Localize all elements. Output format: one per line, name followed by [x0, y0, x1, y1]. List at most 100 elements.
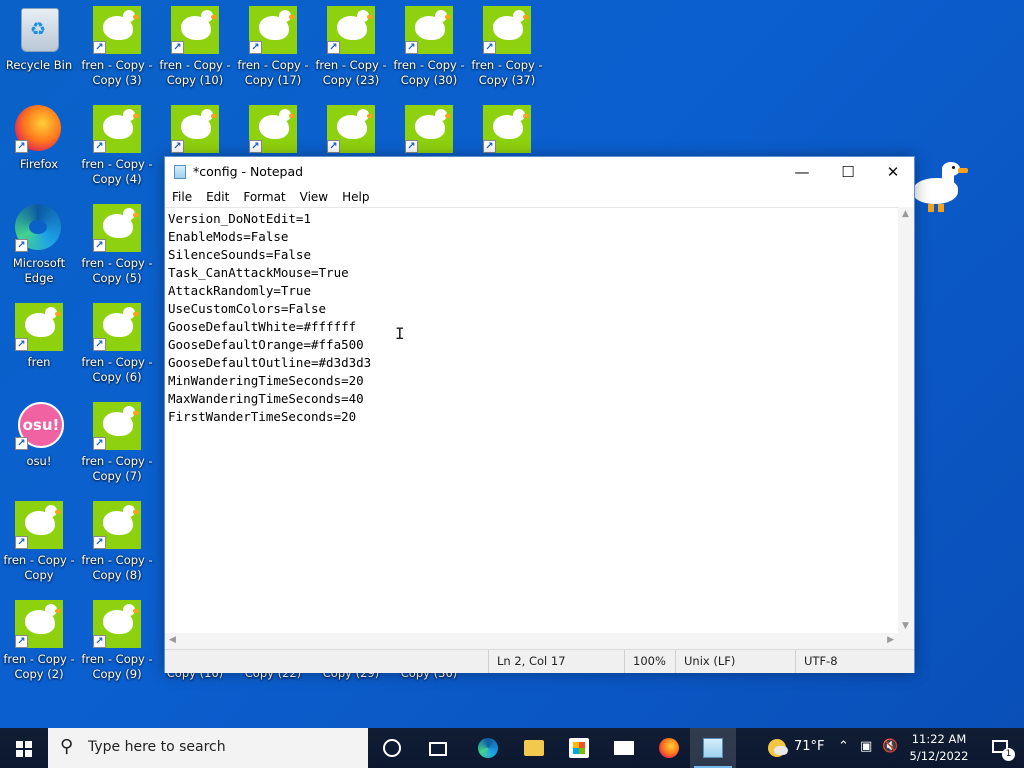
desktop-icon-label: osu!: [26, 454, 52, 468]
close-button[interactable]: ✕: [870, 157, 916, 187]
taskbar-store[interactable]: [556, 728, 602, 768]
horizontal-scrollbar[interactable]: ◀ ▶: [165, 633, 898, 649]
chevron-up-icon[interactable]: ⌃: [838, 739, 849, 754]
goose-icon: ↗: [171, 105, 219, 153]
desktop-icon-label: fren - Copy - Copy (4): [81, 157, 153, 186]
desktop-icon-firefox[interactable]: ↗ Firefox: [0, 99, 78, 195]
weather-temp: 71°F: [794, 739, 825, 754]
desktop-icon-label: fren - Copy - Copy (5): [81, 256, 153, 285]
desktop-icon-fren-copy-30[interactable]: ↗ fren - Copy - Copy (30): [390, 0, 468, 96]
vertical-scrollbar[interactable]: ▲ ▼: [898, 207, 914, 633]
goose-icon: ↗: [327, 6, 375, 54]
goose-icon: ↗: [405, 105, 453, 153]
desktop-icon-fren-copy-5[interactable]: ↗ fren - Copy - Copy (5): [78, 198, 156, 294]
search-placeholder: Type here to search: [88, 739, 226, 755]
scroll-left-icon[interactable]: ◀: [169, 635, 176, 645]
clock-time: 11:22 AM: [911, 732, 967, 746]
firefox-icon: [659, 738, 679, 758]
text-line: EnableMods=False: [168, 229, 289, 244]
text-line: GooseDefaultWhite=#ffffff: [168, 319, 357, 334]
taskbar-notepad[interactable]: [690, 728, 736, 768]
minimize-button[interactable]: —: [779, 157, 825, 187]
desktop-icon-label: fren - Copy - Copy (9): [81, 652, 153, 681]
goose-icon: ↗: [93, 105, 141, 153]
desktop-icon-fren-copy-10[interactable]: ↗ fren - Copy - Copy (10): [156, 0, 234, 96]
desktop-icon-label: fren - Copy - Copy (3): [81, 58, 153, 87]
scroll-down-icon[interactable]: ▼: [902, 621, 909, 631]
goose-icon: ↗: [483, 6, 531, 54]
mail-icon: [614, 741, 634, 755]
desktop-icon-fren-copy-37[interactable]: ↗ fren - Copy - Copy (37): [468, 0, 546, 96]
taskbar-edge[interactable]: [465, 728, 511, 768]
desktop-icon-label: fren - Copy - Copy (23): [315, 58, 387, 87]
menu-file[interactable]: File: [165, 187, 199, 207]
goose-icon: ↗: [93, 600, 141, 648]
scroll-right-icon[interactable]: ▶: [887, 635, 894, 645]
notification-center-button[interactable]: 1: [980, 728, 1024, 768]
text-line: UseCustomColors=False: [168, 301, 327, 316]
taskbar-file-explorer[interactable]: [511, 728, 557, 768]
desktop-icon-fren-copy-8[interactable]: ↗ fren - Copy - Copy (8): [78, 495, 156, 591]
taskbar-search[interactable]: ⚲ Type here to search: [48, 728, 368, 768]
title-bar[interactable]: *config - Notepad — ☐ ✕: [165, 157, 914, 187]
text-line: AttackRandomly=True: [168, 283, 311, 298]
menu-view[interactable]: View: [293, 187, 335, 207]
store-icon: [569, 738, 589, 758]
scroll-up-icon[interactable]: ▲: [902, 209, 909, 219]
desktop-icon-recycle-bin[interactable]: Recycle Bin: [0, 0, 78, 96]
start-button[interactable]: [0, 728, 48, 768]
goose-icon: ↗: [327, 105, 375, 153]
desktop-icon-label: Recycle Bin: [5, 58, 73, 72]
text-editor[interactable]: Version_DoNotEdit=1 EnableMods=False Sil…: [165, 207, 898, 634]
taskbar-firefox[interactable]: [646, 728, 692, 768]
goose-icon: ↗: [93, 204, 141, 252]
desktop-icon-fren[interactable]: ↗ fren: [0, 297, 78, 393]
goose-icon: ↗: [249, 6, 297, 54]
desktop-icon-fren-copy-17[interactable]: ↗ fren - Copy - Copy (17): [234, 0, 312, 96]
desktop-icon-label: fren - Copy - Copy (6): [81, 355, 153, 384]
maximize-button[interactable]: ☐: [825, 157, 871, 187]
recycle-bin-icon: [15, 6, 63, 54]
goose-icon: ↗: [93, 6, 141, 54]
desktop-icon-label: fren - Copy - Copy (37): [471, 58, 543, 87]
line-ending: Unix (LF): [675, 650, 794, 673]
desktop-icon-osu[interactable]: osu! ↗ osu!: [0, 396, 78, 492]
menu-help[interactable]: Help: [335, 187, 376, 207]
desktop-icon-fren-copy-3[interactable]: ↗ fren - Copy - Copy (3): [78, 0, 156, 96]
weather-cloud-icon: [774, 746, 788, 755]
desktop-icon-fren-copy-2[interactable]: ↗ fren - Copy - Copy (2): [0, 594, 78, 690]
network-icon[interactable]: ▣: [860, 739, 872, 754]
desktop-icon-edge[interactable]: ↗ Microsoft Edge: [0, 198, 78, 294]
desktop-icon-label: fren - Copy - Copy (8): [81, 553, 153, 582]
edge-icon: ↗: [15, 204, 63, 252]
status-bar: Ln 2, Col 17 100% Unix (LF) UTF-8: [165, 649, 914, 673]
desktop-icon-fren-copy-23[interactable]: ↗ fren - Copy - Copy (23): [312, 0, 390, 96]
editor-content: Version_DoNotEdit=1 EnableMods=False Sil…: [168, 210, 371, 426]
desktop-icon-fren-copy-6[interactable]: ↗ fren - Copy - Copy (6): [78, 297, 156, 393]
goose-icon: ↗: [483, 105, 531, 153]
notepad-window: *config - Notepad — ☐ ✕ File Edit Format Vi…: [164, 156, 915, 673]
menu-bar: File Edit Format View Help: [165, 187, 914, 207]
goose-icon: ↗: [15, 303, 63, 351]
desktop-icon-label: fren - Copy - Copy (10): [159, 58, 231, 87]
text-line: MinWanderingTimeSeconds=20: [168, 373, 364, 388]
goose-icon: ↗: [93, 501, 141, 549]
desktop: Recycle Bin ↗ Firefox ↗ Microsoft Edge ↗…: [0, 0, 1024, 728]
cortana-button[interactable]: [369, 728, 415, 768]
desktop-icon-label: fren: [27, 355, 51, 369]
volume-muted-icon[interactable]: 🔇: [882, 739, 898, 754]
taskbar-mail[interactable]: [601, 728, 647, 768]
task-view-button[interactable]: [415, 728, 461, 768]
osu-icon: osu! ↗: [15, 402, 64, 450]
menu-edit[interactable]: Edit: [199, 187, 236, 207]
text-line: GooseDefaultOrange=#ffa500: [168, 337, 364, 352]
desktop-icon-fren-copy-9[interactable]: ↗ fren - Copy - Copy (9): [78, 594, 156, 690]
taskbar: ⚲ Type here to search 71°F ⌃ ▣ 🔇 11:22 A…: [0, 728, 1024, 768]
menu-format[interactable]: Format: [236, 187, 292, 207]
desktop-icon-fren-copy-7[interactable]: ↗ fren - Copy - Copy (7): [78, 396, 156, 492]
desktop-icon-fren-copy-4[interactable]: ↗ fren - Copy - Copy (4): [78, 99, 156, 195]
clock[interactable]: 11:22 AM 5/12/2022: [900, 731, 978, 765]
task-view-icon: [429, 742, 447, 756]
desktop-goose[interactable]: [912, 160, 972, 216]
desktop-icon-fren-copy[interactable]: ↗ fren - Copy - Copy: [0, 495, 78, 591]
